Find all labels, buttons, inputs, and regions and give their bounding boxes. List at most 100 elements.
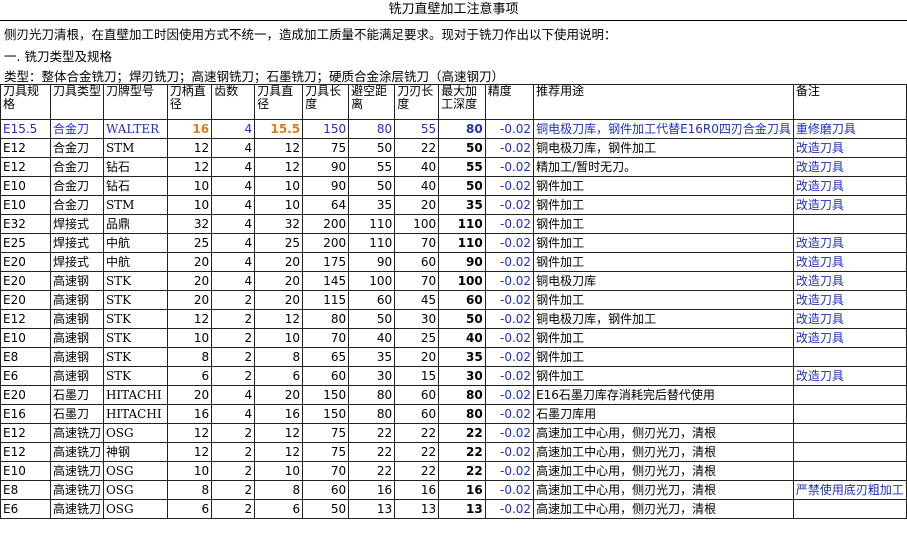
- table-cell[interactable]: E25: [0, 233, 51, 253]
- table-cell[interactable]: 10: [254, 176, 304, 196]
- table-cell[interactable]: -0.02: [484, 366, 535, 386]
- table-cell[interactable]: 铜电极刀库，钢件加工代替E16R0四刃合金刀具: [533, 119, 794, 139]
- table-cell[interactable]: 10: [254, 195, 304, 215]
- table-cell[interactable]: [792, 499, 907, 519]
- table-cell[interactable]: 2: [211, 423, 256, 443]
- table-cell[interactable]: 钢件加工: [533, 252, 794, 272]
- table-cell[interactable]: 15: [394, 366, 440, 386]
- table-cell[interactable]: 60: [302, 366, 350, 386]
- table-cell[interactable]: [792, 347, 907, 367]
- table-cell[interactable]: 10: [166, 176, 213, 196]
- table-cell[interactable]: 13: [438, 499, 486, 519]
- table-cell[interactable]: 焊接式: [49, 252, 104, 272]
- table-cell[interactable]: 石墨刀: [49, 385, 104, 405]
- table-cell[interactable]: 50: [348, 138, 396, 158]
- table-cell[interactable]: 4: [211, 176, 256, 196]
- table-cell[interactable]: OSG: [102, 423, 168, 443]
- table-cell[interactable]: 32: [254, 214, 304, 234]
- table-cell[interactable]: 90: [302, 176, 350, 196]
- table-cell[interactable]: 钢件加工: [533, 328, 794, 348]
- table-cell[interactable]: 60: [394, 404, 440, 424]
- table-cell[interactable]: 8: [254, 347, 304, 367]
- table-cell[interactable]: E16石墨刀库存消耗完后替代使用: [533, 385, 794, 405]
- table-cell[interactable]: 高速加工中心用，侧刃光刀，清根: [533, 423, 794, 443]
- header-cell[interactable]: 刀刃长度: [394, 84, 440, 120]
- table-cell[interactable]: 22: [348, 442, 396, 462]
- table-cell[interactable]: -0.02: [484, 309, 535, 329]
- table-cell[interactable]: 8: [254, 480, 304, 500]
- table-cell[interactable]: 焊接式: [49, 214, 104, 234]
- table-cell[interactable]: E10: [0, 461, 51, 481]
- table-cell[interactable]: 合金刀: [49, 119, 104, 139]
- table-cell[interactable]: 200: [302, 233, 350, 253]
- table-cell[interactable]: 合金刀: [49, 176, 104, 196]
- table-cell[interactable]: WALTER: [102, 119, 168, 139]
- table-cell[interactable]: 50: [438, 176, 486, 196]
- table-cell[interactable]: 6: [254, 366, 304, 386]
- table-cell[interactable]: 60: [394, 252, 440, 272]
- header-cell[interactable]: 刀具类型: [49, 84, 104, 120]
- table-cell[interactable]: 2: [211, 347, 256, 367]
- table-cell[interactable]: -0.02: [484, 404, 535, 424]
- table-cell[interactable]: OSG: [102, 461, 168, 481]
- header-cell[interactable]: 避空距离: [348, 84, 396, 120]
- table-cell[interactable]: 10: [166, 195, 213, 215]
- table-cell[interactable]: 75: [302, 423, 350, 443]
- table-cell[interactable]: 50: [348, 309, 396, 329]
- table-cell[interactable]: 改造刀具: [792, 309, 907, 329]
- table-cell[interactable]: -0.02: [484, 423, 535, 443]
- table-cell[interactable]: 焊接式: [49, 233, 104, 253]
- table-cell[interactable]: 70: [394, 271, 440, 291]
- table-cell[interactable]: 2: [211, 480, 256, 500]
- table-cell[interactable]: E12: [0, 138, 51, 158]
- table-cell[interactable]: OSG: [102, 499, 168, 519]
- table-cell[interactable]: 70: [302, 328, 350, 348]
- table-cell[interactable]: E12: [0, 423, 51, 443]
- table-cell[interactable]: 110: [438, 214, 486, 234]
- table-cell[interactable]: 100: [438, 271, 486, 291]
- table-cell[interactable]: 高速钢: [49, 366, 104, 386]
- table-cell[interactable]: -0.02: [484, 461, 535, 481]
- table-cell[interactable]: 20: [394, 347, 440, 367]
- table-cell[interactable]: -0.02: [484, 385, 535, 405]
- table-cell[interactable]: STM: [102, 138, 168, 158]
- table-cell[interactable]: 合金刀: [49, 195, 104, 215]
- table-cell[interactable]: 钢件加工: [533, 176, 794, 196]
- table-cell[interactable]: [792, 404, 907, 424]
- table-cell[interactable]: 22: [438, 442, 486, 462]
- table-cell[interactable]: STK: [102, 347, 168, 367]
- table-cell[interactable]: -0.02: [484, 233, 535, 253]
- table-cell[interactable]: 12: [254, 309, 304, 329]
- table-cell[interactable]: 重修磨刀具: [792, 119, 907, 139]
- table-cell[interactable]: 16: [166, 119, 213, 139]
- table-cell[interactable]: 铜电极刀库: [533, 271, 794, 291]
- table-cell[interactable]: 75: [302, 442, 350, 462]
- table-cell[interactable]: 60: [348, 290, 396, 310]
- table-cell[interactable]: 改造刀具: [792, 157, 907, 177]
- table-cell[interactable]: 20: [254, 271, 304, 291]
- table-cell[interactable]: 4: [211, 214, 256, 234]
- table-cell[interactable]: 50: [438, 309, 486, 329]
- table-cell[interactable]: 90: [348, 252, 396, 272]
- table-cell[interactable]: 8: [166, 480, 213, 500]
- table-cell[interactable]: 4: [211, 195, 256, 215]
- table-cell[interactable]: 4: [211, 119, 256, 139]
- table-cell[interactable]: 22: [438, 461, 486, 481]
- table-cell[interactable]: E8: [0, 347, 51, 367]
- table-cell[interactable]: 12: [166, 157, 213, 177]
- table-cell[interactable]: 2: [211, 499, 256, 519]
- table-cell[interactable]: 13: [348, 499, 396, 519]
- table-cell[interactable]: 20: [166, 385, 213, 405]
- table-cell[interactable]: 4: [211, 157, 256, 177]
- table-cell[interactable]: 22: [394, 461, 440, 481]
- table-cell[interactable]: 4: [211, 404, 256, 424]
- table-cell[interactable]: 4: [211, 385, 256, 405]
- table-cell[interactable]: 2: [211, 328, 256, 348]
- table-cell[interactable]: 改造刀具: [792, 233, 907, 253]
- header-cell[interactable]: 推荐用途: [533, 84, 794, 120]
- table-cell[interactable]: 22: [348, 423, 396, 443]
- table-cell[interactable]: 钢件加工: [533, 347, 794, 367]
- table-cell[interactable]: HITACHI: [102, 385, 168, 405]
- table-cell[interactable]: 12: [166, 423, 213, 443]
- table-cell[interactable]: 115: [302, 290, 350, 310]
